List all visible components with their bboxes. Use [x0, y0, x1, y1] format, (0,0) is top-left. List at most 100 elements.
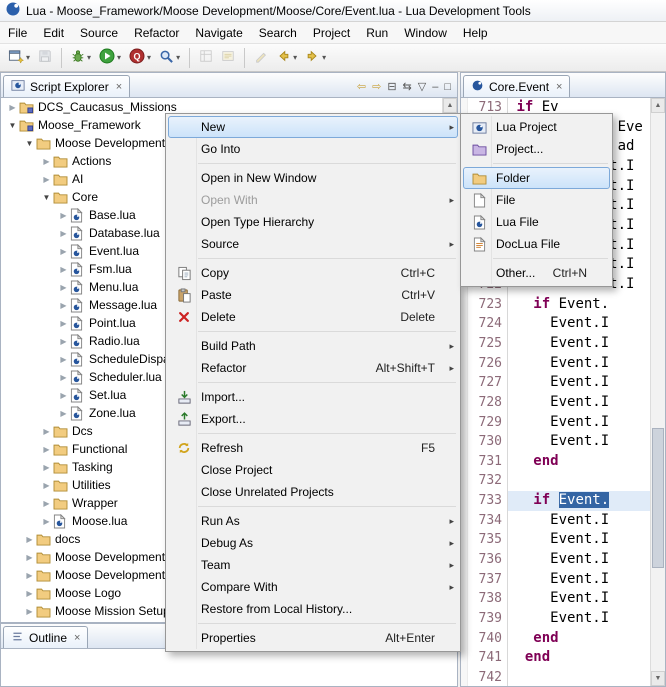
- expand-arrow-icon[interactable]: ▶: [23, 571, 36, 580]
- menu-item-lua-project[interactable]: Lua Project: [463, 116, 610, 138]
- expand-arrow-icon[interactable]: ▶: [57, 319, 70, 328]
- menu-source[interactable]: Source: [72, 23, 126, 43]
- view-menu-icon[interactable]: ▽: [418, 80, 426, 93]
- expand-arrow-icon[interactable]: ▶: [57, 337, 70, 346]
- menu-item-compare-with[interactable]: Compare With▸: [168, 576, 458, 598]
- editor-scrollbar[interactable]: ▲ ▼: [650, 98, 665, 686]
- collapse-arrow-icon[interactable]: ▼: [23, 139, 36, 148]
- expand-arrow-icon[interactable]: ▶: [57, 283, 70, 292]
- menu-item-run-as[interactable]: Run As▸: [168, 510, 458, 532]
- expand-arrow-icon[interactable]: ▶: [40, 445, 53, 454]
- folder-icon: [36, 533, 53, 546]
- tree-item-label: Utilities: [70, 478, 111, 492]
- expand-arrow-icon[interactable]: ▶: [40, 463, 53, 472]
- menu-item-paste[interactable]: PasteCtrl+V: [168, 284, 458, 306]
- menu-item-file[interactable]: File: [463, 189, 610, 211]
- dropdown-arrow-icon: ▾: [147, 53, 151, 62]
- expand-arrow-icon[interactable]: ▶: [57, 265, 70, 274]
- expand-arrow-icon[interactable]: ▶: [40, 517, 53, 526]
- close-icon[interactable]: ×: [556, 81, 562, 93]
- expand-arrow-icon[interactable]: ▶: [57, 391, 70, 400]
- close-icon[interactable]: ×: [116, 81, 122, 93]
- menu-item-folder[interactable]: Folder: [463, 167, 610, 189]
- menu-edit[interactable]: Edit: [35, 23, 72, 43]
- tree-item-label: Fsm.lua: [87, 262, 132, 276]
- menu-run[interactable]: Run: [358, 23, 396, 43]
- collapse-all-icon[interactable]: ⊟: [387, 80, 396, 93]
- expand-arrow-icon[interactable]: ▶: [57, 229, 70, 238]
- menu-item-team[interactable]: Team▸: [168, 554, 458, 576]
- expand-arrow-icon[interactable]: ▶: [40, 499, 53, 508]
- expand-arrow-icon[interactable]: ▶: [23, 535, 36, 544]
- menu-item-open-type-hierarchy[interactable]: Open Type Hierarchy: [168, 211, 458, 233]
- menu-file[interactable]: File: [0, 23, 35, 43]
- close-icon[interactable]: ×: [74, 632, 80, 644]
- menu-item-close-unrelated-projects[interactable]: Close Unrelated Projects: [168, 481, 458, 503]
- back-icon[interactable]: ⇦: [357, 80, 366, 93]
- menu-item-refactor[interactable]: RefactorAlt+Shift+T▸: [168, 357, 458, 379]
- menu-item-properties[interactable]: PropertiesAlt+Enter: [168, 627, 458, 649]
- menu-item-copy[interactable]: CopyCtrl+C: [168, 262, 458, 284]
- link-with-editor-icon[interactable]: ⇆: [403, 80, 412, 93]
- new-wizard-button[interactable]: ▾: [5, 46, 33, 69]
- forward-icon[interactable]: ⇨: [372, 80, 381, 93]
- expand-arrow-icon[interactable]: ▶: [57, 301, 70, 310]
- menu-project[interactable]: Project: [305, 23, 358, 43]
- menu-navigate[interactable]: Navigate: [187, 23, 250, 43]
- menu-help[interactable]: Help: [455, 23, 496, 43]
- expand-arrow-icon[interactable]: ▶: [23, 607, 36, 616]
- menu-window[interactable]: Window: [396, 23, 455, 43]
- menu-item-doclua-file[interactable]: DocLua File: [463, 233, 610, 255]
- tab-core-event[interactable]: Core.Event ×: [463, 75, 570, 97]
- expand-arrow-icon[interactable]: ▶: [57, 355, 70, 364]
- expand-arrow-icon[interactable]: ▶: [23, 553, 36, 562]
- submenu-arrow-icon: ▸: [443, 560, 454, 571]
- expand-arrow-icon[interactable]: ▶: [40, 481, 53, 490]
- expand-arrow-icon[interactable]: ▶: [23, 589, 36, 598]
- menu-item-import[interactable]: Import...: [168, 386, 458, 408]
- menu-item-shortcut: F5: [421, 441, 435, 455]
- back-button[interactable]: ▾: [273, 46, 300, 69]
- expand-arrow-icon[interactable]: ▶: [57, 409, 70, 418]
- menu-item-project[interactable]: Project...: [463, 138, 610, 160]
- menu-item-build-path[interactable]: Build Path▸: [168, 335, 458, 357]
- expand-arrow-icon[interactable]: ▶: [40, 427, 53, 436]
- menu-item-new[interactable]: New▸: [168, 116, 458, 138]
- menu-refactor[interactable]: Refactor: [126, 23, 187, 43]
- coverage-button[interactable]: Q▾: [126, 46, 154, 69]
- expand-arrow-icon[interactable]: ▶: [57, 211, 70, 220]
- run-button[interactable]: ▾: [96, 46, 124, 69]
- tab-script-explorer[interactable]: Script Explorer ×: [3, 75, 130, 97]
- menu-item-go-into[interactable]: Go Into: [168, 138, 458, 160]
- scroll-up-icon[interactable]: ▲: [443, 98, 457, 113]
- search-button[interactable]: ▾: [156, 46, 183, 69]
- menu-item-open-in-new-window[interactable]: Open in New Window: [168, 167, 458, 189]
- expand-arrow-icon[interactable]: ▶: [57, 373, 70, 382]
- paste-icon: [171, 288, 197, 303]
- tab-outline[interactable]: Outline ×: [3, 626, 88, 648]
- menu-item-restore-from-local-history[interactable]: Restore from Local History...: [168, 598, 458, 620]
- maximize-icon[interactable]: □: [444, 81, 451, 93]
- menu-item-debug-as[interactable]: Debug As▸: [168, 532, 458, 554]
- menu-item-close-project[interactable]: Close Project: [168, 459, 458, 481]
- scroll-down-icon[interactable]: ▼: [651, 671, 665, 686]
- delete-icon: [171, 311, 197, 323]
- menu-item-refresh[interactable]: RefreshF5: [168, 437, 458, 459]
- expand-arrow-icon[interactable]: ▶: [40, 175, 53, 184]
- expand-arrow-icon[interactable]: ▶: [57, 247, 70, 256]
- minimize-icon[interactable]: ‒: [432, 81, 438, 93]
- collapse-arrow-icon[interactable]: ▼: [6, 121, 19, 130]
- menu-item-other[interactable]: Other...Ctrl+N: [463, 262, 610, 284]
- forward-button[interactable]: ▾: [302, 46, 329, 69]
- debug-button[interactable]: ▾: [68, 46, 94, 69]
- menu-item-lua-file[interactable]: Lua File: [463, 211, 610, 233]
- scroll-up-icon[interactable]: ▲: [651, 98, 665, 113]
- menu-item-delete[interactable]: DeleteDelete: [168, 306, 458, 328]
- menu-item-source[interactable]: Source▸: [168, 233, 458, 255]
- expand-arrow-icon[interactable]: ▶: [40, 157, 53, 166]
- collapse-arrow-icon[interactable]: ▼: [40, 193, 53, 202]
- menu-search[interactable]: Search: [251, 23, 305, 43]
- menu-item-export[interactable]: Export...: [168, 408, 458, 430]
- scrollbar-thumb[interactable]: [652, 428, 664, 568]
- expand-arrow-icon[interactable]: ▶: [6, 103, 19, 112]
